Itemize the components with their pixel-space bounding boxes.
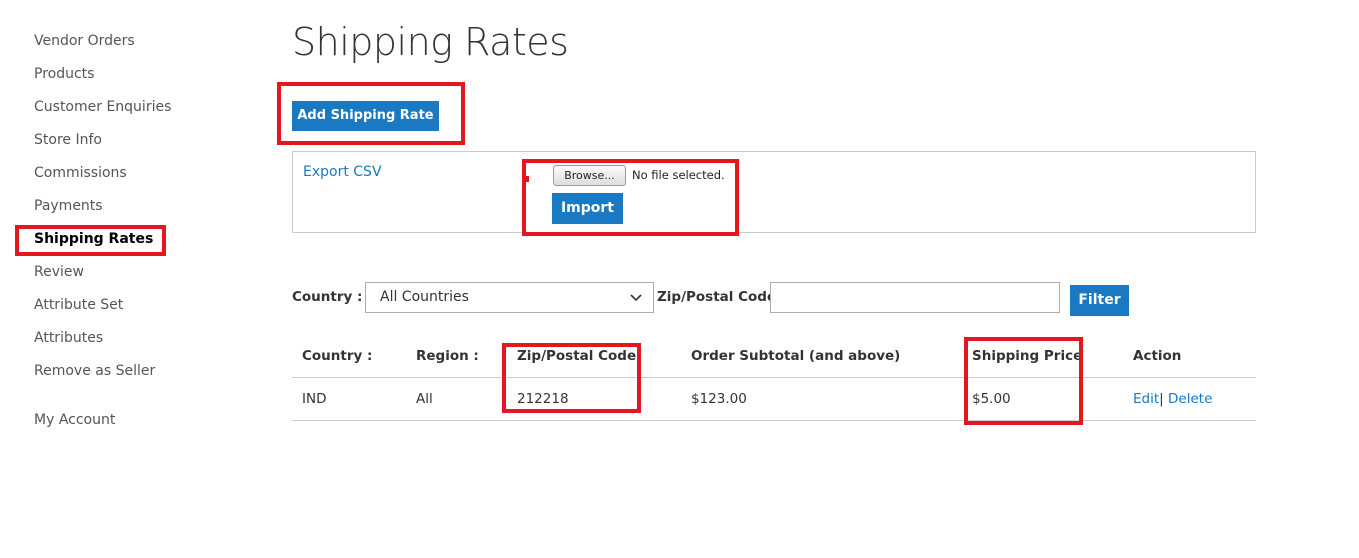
cell-action: Edit| Delete — [1133, 391, 1212, 407]
sidebar-item-review[interactable]: Review — [34, 264, 84, 280]
column-header-region: Region : — [416, 348, 479, 364]
column-header-country: Country : — [302, 348, 373, 364]
export-csv-link[interactable]: Export CSV — [303, 164, 382, 180]
sidebar-item-commissions[interactable]: Commissions — [34, 165, 127, 181]
cell-zip: 212218 — [517, 391, 569, 407]
cell-subtotal: $123.00 — [691, 391, 747, 407]
column-header-action: Action — [1133, 348, 1182, 364]
zip-filter-input[interactable] — [770, 282, 1060, 313]
country-filter-label: Country : : — [292, 289, 373, 305]
sidebar-item-my-account[interactable]: My Account — [34, 412, 115, 428]
zip-filter-label: Zip/Postal Code: — [657, 289, 782, 305]
browse-file-button[interactable]: Browse... — [553, 165, 626, 186]
column-header-zip: Zip/Postal Code — [517, 348, 637, 364]
highlight-marker — [524, 176, 529, 182]
sidebar-item-remove-as-seller[interactable]: Remove as Seller — [34, 363, 155, 379]
filter-button[interactable]: Filter — [1070, 285, 1129, 316]
edit-link[interactable]: Edit — [1133, 391, 1159, 407]
sidebar-item-payments[interactable]: Payments — [34, 198, 103, 214]
country-select[interactable]: All Countries — [365, 282, 654, 313]
add-shipping-rate-button[interactable]: Add Shipping Rate — [292, 101, 439, 131]
column-header-subtotal: Order Subtotal (and above) — [691, 348, 901, 364]
sidebar-item-products[interactable]: Products — [34, 66, 94, 82]
cell-shipping-price: $5.00 — [972, 391, 1011, 407]
import-button[interactable]: Import — [552, 193, 623, 224]
action-separator: | — [1159, 391, 1164, 407]
column-header-shipping-price: Shipping Price — [972, 348, 1083, 364]
sidebar-item-attribute-set[interactable]: Attribute Set — [34, 297, 123, 313]
file-status-text: No file selected. — [632, 168, 725, 182]
chevron-down-icon — [630, 294, 642, 302]
delete-link[interactable]: Delete — [1168, 391, 1212, 407]
import-export-panel — [292, 151, 1256, 233]
table-header-divider — [292, 377, 1256, 378]
table-row-divider — [292, 420, 1256, 421]
sidebar-item-customer-enquiries[interactable]: Customer Enquiries — [34, 99, 171, 115]
page-title: Shipping Rates — [292, 20, 569, 64]
sidebar-item-shipping-rates[interactable]: Shipping Rates — [34, 231, 153, 247]
sidebar-item-attributes[interactable]: Attributes — [34, 330, 103, 346]
cell-country: IND — [302, 391, 327, 407]
cell-region: All — [416, 391, 433, 407]
sidebar-item-store-info[interactable]: Store Info — [34, 132, 102, 148]
sidebar-item-vendor-orders[interactable]: Vendor Orders — [34, 33, 135, 49]
country-select-value: All Countries — [380, 289, 469, 305]
